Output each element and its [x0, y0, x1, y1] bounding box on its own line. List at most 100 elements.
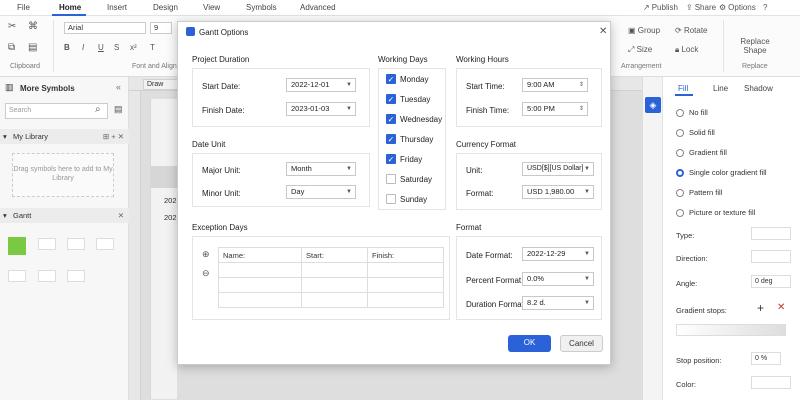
my-library-drop-zone[interactable]: Drag symbols here to add to My Library: [12, 153, 114, 197]
finish-time-picker[interactable]: 5:00 PM ⇕: [522, 102, 588, 116]
gantt-symbol[interactable]: [67, 270, 85, 282]
direction-select[interactable]: [751, 250, 791, 263]
superscript-button[interactable]: x²: [130, 43, 137, 52]
my-library-section[interactable]: My Library ▾ ⊞ + ✕: [0, 129, 129, 144]
tab-symbols[interactable]: Symbols: [246, 3, 277, 12]
gantt-section[interactable]: Gantt ▾ ✕: [0, 208, 129, 223]
tuesday-checkbox[interactable]: ✓: [386, 94, 396, 104]
monday-label: Monday: [400, 75, 429, 84]
minor-unit-select[interactable]: Day ▼: [286, 185, 356, 199]
tab-design[interactable]: Design: [153, 3, 178, 12]
radio-button: [676, 148, 684, 157]
chevron-down-icon: ▼: [584, 251, 590, 257]
share-button[interactable]: ⇪ Share: [686, 3, 716, 12]
wednesday-checkbox[interactable]: ✓: [386, 114, 396, 124]
currency-format-select[interactable]: USD 1,980.00 ▼: [522, 185, 594, 199]
cut-icon[interactable]: ✂: [8, 21, 16, 32]
fill-option-solid[interactable]: Solid fill: [676, 128, 715, 137]
major-unit-select[interactable]: Month ▼: [286, 162, 356, 176]
search-icon[interactable]: ⌕: [95, 104, 101, 115]
cancel-button[interactable]: Cancel: [560, 335, 603, 352]
color-picker[interactable]: [751, 376, 791, 389]
fill-option-none[interactable]: No fill: [676, 108, 708, 117]
options-button[interactable]: ⚙ Options: [719, 3, 756, 12]
tab-shadow[interactable]: Shadow: [744, 84, 773, 93]
symbol-search-input[interactable]: Search: [5, 103, 108, 119]
group-button[interactable]: ▣ Group: [628, 26, 660, 35]
library-actions-icon[interactable]: ⊞ + ✕: [103, 129, 124, 144]
gantt-symbol[interactable]: [67, 238, 85, 250]
gantt-symbol[interactable]: [38, 238, 56, 250]
gantt-symbol[interactable]: [96, 238, 114, 250]
add-exception-icon[interactable]: ⊕: [202, 249, 210, 260]
menu-bar: File Home Insert Design View Symbols Adv…: [0, 0, 800, 16]
gantt-symbol[interactable]: [38, 270, 56, 282]
working-hours-heading: Working Hours: [456, 55, 509, 64]
underline-button[interactable]: U: [98, 43, 104, 52]
fill-option-gradient[interactable]: Gradient fill: [676, 148, 727, 157]
table-row[interactable]: [218, 277, 444, 293]
gradient-stops-bar[interactable]: [676, 324, 786, 336]
collapse-panel-icon[interactable]: «: [116, 82, 121, 92]
spinner-icon[interactable]: ⇕: [579, 79, 584, 91]
type-select[interactable]: [751, 227, 791, 240]
dialog-title: Gantt Options: [199, 28, 249, 37]
italic-button[interactable]: I: [82, 43, 84, 52]
remove-stop-icon[interactable]: ✕: [777, 302, 785, 313]
finish-date-picker[interactable]: 2023-01-03 ▼: [286, 102, 356, 116]
rotate-button[interactable]: ⟳ Rotate: [675, 26, 708, 35]
spinner-icon[interactable]: ⇕: [579, 103, 584, 115]
remove-exception-icon[interactable]: ⊖: [202, 268, 210, 279]
publish-button[interactable]: ↗ Publish: [643, 3, 678, 12]
thursday-checkbox[interactable]: ✓: [386, 134, 396, 144]
gantt-symbol[interactable]: [8, 237, 26, 255]
fill-bucket-icon[interactable]: ◈: [645, 97, 661, 113]
duration-format-select[interactable]: 8.2 d. ▼: [522, 296, 594, 310]
currency-unit-select[interactable]: USD[$][US Dollar] ▼: [522, 162, 594, 176]
saturday-checkbox[interactable]: [386, 174, 396, 184]
tab-file[interactable]: File: [17, 3, 30, 12]
ok-button[interactable]: OK: [508, 335, 551, 352]
tab-home[interactable]: Home: [59, 3, 82, 12]
tab-fill[interactable]: Fill: [678, 84, 688, 93]
date-format-select[interactable]: 2022-12-29 ▼: [522, 247, 594, 261]
options-icon[interactable]: ▤: [114, 104, 123, 115]
finish-time-label: Finish Time:: [466, 106, 510, 115]
tab-advanced[interactable]: Advanced: [300, 3, 336, 12]
sunday-checkbox[interactable]: [386, 194, 396, 204]
start-date-picker[interactable]: 2022-12-01 ▼: [286, 78, 356, 92]
radio-button: [676, 108, 684, 117]
fill-option-single-color-gradient[interactable]: Single color gradient fill: [676, 168, 767, 177]
fill-option-pattern[interactable]: Pattern fill: [676, 188, 722, 197]
add-stop-icon[interactable]: +: [757, 301, 764, 315]
gantt-symbol[interactable]: [8, 270, 26, 282]
strikethrough-button[interactable]: S: [114, 43, 119, 52]
lock-button[interactable]: 🔒︎ Lock: [675, 45, 698, 55]
text-style-button[interactable]: T: [150, 43, 155, 52]
start-date-label: Start Date:: [202, 82, 241, 91]
format-painter-icon[interactable]: ⌘: [28, 21, 38, 32]
friday-checkbox[interactable]: ✓: [386, 154, 396, 164]
monday-checkbox[interactable]: ✓: [386, 74, 396, 84]
tab-view[interactable]: View: [203, 3, 220, 12]
help-button[interactable]: ?: [763, 3, 767, 12]
size-button[interactable]: ⤢ Size: [628, 45, 652, 55]
table-row[interactable]: [218, 262, 444, 278]
percent-format-select[interactable]: 0.0% ▼: [522, 272, 594, 286]
fill-option-picture[interactable]: Picture or texture fill: [676, 208, 755, 217]
copy-icon[interactable]: ⧉: [8, 42, 15, 53]
start-time-picker[interactable]: 9:00 AM ⇕: [522, 78, 588, 92]
tab-line[interactable]: Line: [713, 84, 728, 93]
type-label: Type:: [676, 231, 695, 240]
angle-input[interactable]: 0 deg: [751, 275, 791, 288]
close-icon[interactable]: ✕: [118, 208, 124, 223]
paste-icon[interactable]: ▤: [28, 42, 37, 53]
replace-shape-button[interactable]: Replace Shape: [737, 37, 773, 55]
tab-insert[interactable]: Insert: [107, 3, 127, 12]
font-size-select[interactable]: 9: [150, 22, 172, 34]
bold-button[interactable]: B: [64, 43, 70, 52]
close-icon[interactable]: ✕: [599, 26, 607, 37]
font-family-select[interactable]: Arial: [64, 22, 146, 34]
table-row[interactable]: [218, 292, 444, 308]
stop-position-input[interactable]: 0 %: [751, 352, 781, 365]
